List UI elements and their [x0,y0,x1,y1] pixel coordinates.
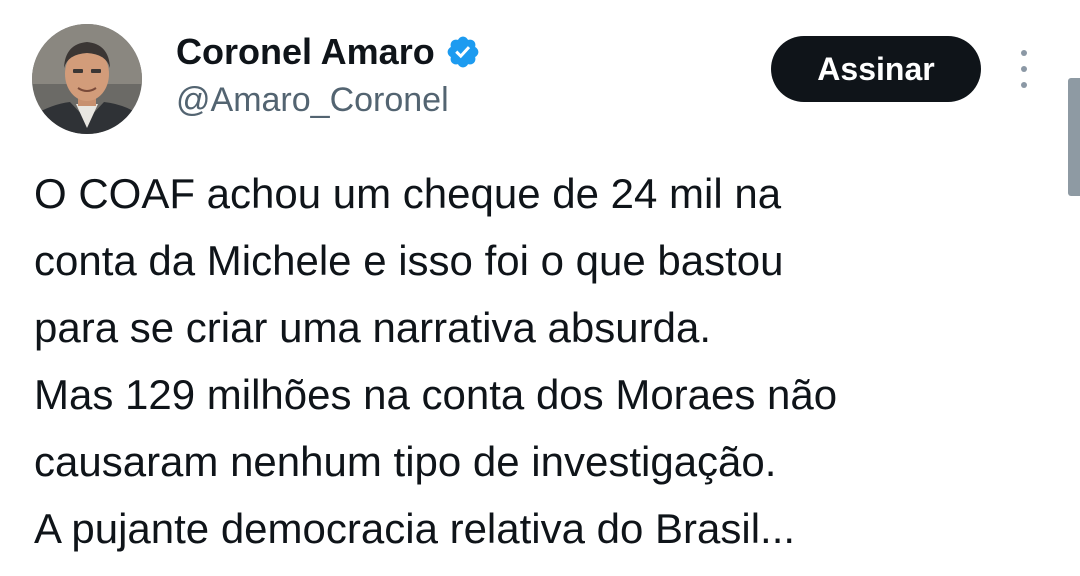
tweet-text-line: conta da Michele e isso foi o que bastou [34,237,784,284]
tweet-text: O COAF achou um cheque de 24 mil na cont… [34,160,1054,562]
subscribe-button[interactable]: Assinar [771,36,981,102]
tweet-text-line: A pujante democracia relativa do Brasil.… [34,505,796,552]
tweet-text-line: para se criar uma narrativa absurda. [34,304,711,351]
author-display-name[interactable]: Coronel Amaro [176,30,435,74]
more-dot [1021,66,1027,72]
avatar-image [32,24,142,134]
scrollbar-thumb[interactable] [1068,78,1080,196]
tweet-text-line: Mas 129 milhões na conta dos Moraes não [34,371,838,418]
tweet-text-line: causaram nenhum tipo de investigação. [34,438,777,485]
author-handle[interactable]: @Amaro_Coronel [176,78,449,122]
verified-badge-icon[interactable] [445,34,481,70]
more-vertical-icon[interactable] [1008,44,1040,94]
more-dot [1021,50,1027,56]
more-dot [1021,82,1027,88]
tweet-text-line: O COAF achou um cheque de 24 mil na [34,170,782,217]
author-name-row: Coronel Amaro [176,30,481,74]
avatar[interactable] [32,24,142,134]
